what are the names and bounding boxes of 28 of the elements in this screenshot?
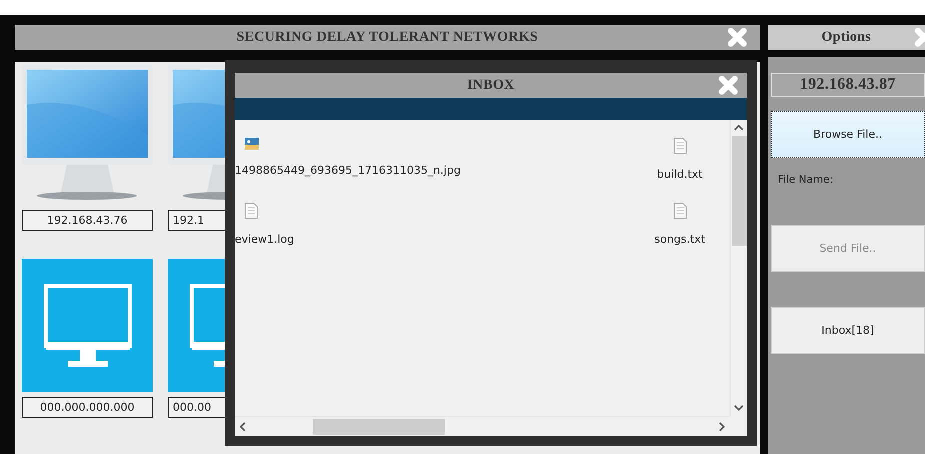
file-item[interactable]: build.txt xyxy=(630,138,730,203)
horizontal-scrollbar[interactable] xyxy=(235,416,730,436)
scroll-left-icon[interactable] xyxy=(239,422,247,432)
node-address: 192.1 xyxy=(168,210,225,231)
window-title: SECURING DELAY TOLERANT NETWORKS xyxy=(236,30,538,46)
inbox-button[interactable]: Inbox[18] xyxy=(771,307,925,354)
inbox-title: INBOX xyxy=(467,78,515,94)
document-icon xyxy=(674,138,686,154)
host-address: 192.168.43.87 xyxy=(771,73,925,97)
options-title: Options xyxy=(822,30,872,46)
browse-file-button[interactable]: Browse File.. xyxy=(771,111,925,158)
document-icon xyxy=(245,203,258,219)
scroll-right-icon[interactable] xyxy=(718,422,726,432)
file-item[interactable]: eview1.log xyxy=(235,203,630,268)
file-item[interactable]: songs.txt xyxy=(630,203,730,268)
node-address: 000.00 xyxy=(168,397,225,418)
scroll-up-icon[interactable] xyxy=(734,124,744,132)
image-file-icon xyxy=(245,138,259,150)
vertical-scrollbar[interactable] xyxy=(730,120,747,416)
scroll-down-icon[interactable] xyxy=(734,404,744,412)
close-icon[interactable] xyxy=(727,27,748,48)
file-name-label: File Name: xyxy=(778,174,834,186)
close-icon[interactable] xyxy=(718,75,739,96)
file-item[interactable]: 1498865449_693695_1716311035_n.jpg xyxy=(235,138,630,203)
node-address: 192.168.43.76 xyxy=(22,210,153,231)
document-icon xyxy=(674,203,686,219)
node-address: 000.000.000.000 xyxy=(22,397,153,418)
monitor-tile-icon xyxy=(22,259,153,392)
